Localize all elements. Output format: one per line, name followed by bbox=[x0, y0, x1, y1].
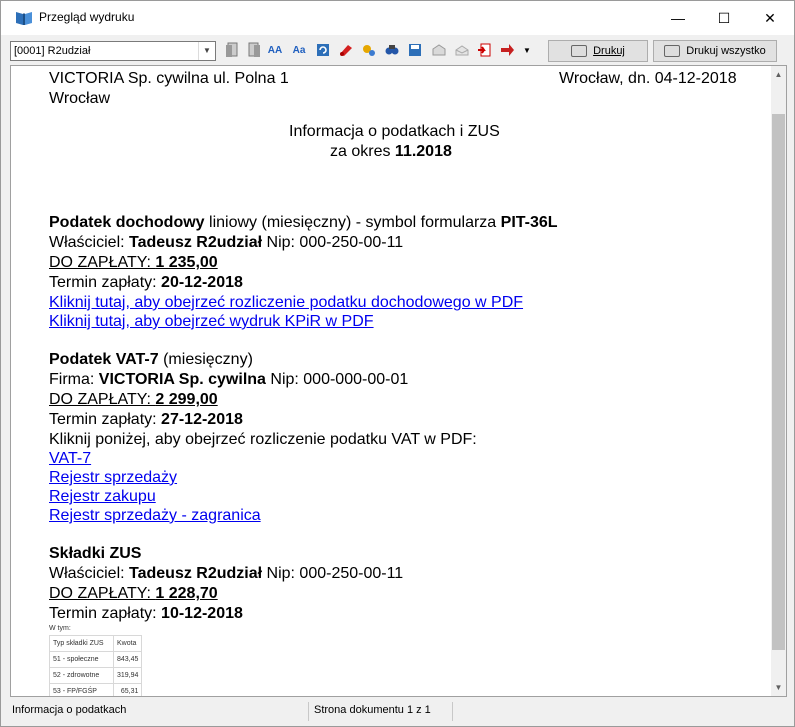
company-city: Wrocław bbox=[49, 90, 111, 107]
document-date: Wrocław, dn. 04-12-2018 bbox=[559, 70, 737, 87]
forward-icon[interactable] bbox=[499, 42, 515, 58]
maximize-button[interactable]: ☐ bbox=[701, 1, 747, 35]
income-tax-owner: Właściciel: Tadeusz R2udział Nip: 000-25… bbox=[49, 234, 404, 251]
table-header-cell: Kwota bbox=[112, 635, 143, 652]
document-page: VICTORIA Sp. cywilna ul. Polna 1 Wrocław… bbox=[11, 66, 772, 696]
vat-heading: Podatek VAT-7 (miesięczny) bbox=[49, 351, 253, 368]
export-icon[interactable] bbox=[477, 42, 493, 58]
vat-deadline: Termin zapłaty: 27-12-2018 bbox=[49, 411, 243, 428]
mail-open-icon[interactable] bbox=[454, 42, 470, 58]
font-larger-icon[interactable]: AA bbox=[267, 42, 283, 58]
income-tax-heading: Podatek dochodowy liniowy (miesięczny) -… bbox=[49, 214, 558, 231]
printer-icon bbox=[664, 45, 681, 57]
toolbar: [0001] R2udział ▼ AA Aa ▼ Drukuj Drukuj … bbox=[1, 35, 794, 65]
maximize-icon: ☐ bbox=[717, 9, 731, 26]
zus-breakdown-label: W tym: bbox=[49, 625, 71, 632]
table-row: 51 - społeczne 843,45 bbox=[49, 651, 143, 668]
vat-due: DO ZAPŁATY: 2 299,00 bbox=[49, 391, 218, 408]
income-tax-due: DO ZAPŁATY: 1 235,00 bbox=[49, 254, 218, 271]
status-report-name: Informacja o podatkach bbox=[12, 704, 127, 716]
zus-due: DO ZAPŁATY: 1 228,70 bbox=[49, 585, 218, 602]
status-page-info: Strona dokumentu 1 z 1 bbox=[314, 704, 431, 716]
kpir-pdf-link[interactable]: Kliknij tutaj, aby obejrzeć wydruk KPiR … bbox=[49, 312, 374, 332]
income-tax-pdf-link[interactable]: Kliknij tutaj, aby obejrzeć rozliczenie … bbox=[49, 293, 523, 313]
status-bar: Informacja o podatkach Strona dokumentu … bbox=[1, 698, 794, 726]
forward-dropdown-icon[interactable]: ▼ bbox=[519, 42, 535, 58]
purchase-register-link[interactable]: Rejestr zakupu bbox=[49, 487, 156, 507]
table-cell: 319,94 bbox=[112, 667, 143, 684]
print-all-button-label: Drukuj wszystko bbox=[686, 45, 766, 57]
page-next-icon[interactable] bbox=[246, 42, 262, 58]
close-icon: ✕ bbox=[764, 9, 776, 26]
table-cell: 65,31 bbox=[112, 683, 143, 696]
vat7-link[interactable]: VAT-7 bbox=[49, 449, 91, 469]
save-icon[interactable] bbox=[407, 42, 423, 58]
income-tax-deadline: Termin zapłaty: 20-12-2018 bbox=[49, 274, 243, 291]
refresh-icon[interactable] bbox=[315, 42, 331, 58]
minimize-icon: — bbox=[671, 10, 685, 26]
document-select[interactable]: [0001] R2udział ▼ bbox=[10, 41, 216, 61]
table-row: 52 - zdrowotne 319,94 bbox=[49, 667, 143, 684]
zus-breakdown-table: Typ składki ZUS Kwota 51 - społeczne 843… bbox=[49, 635, 143, 696]
zus-heading: Składki ZUS bbox=[49, 545, 142, 562]
font-smaller-icon[interactable]: Aa bbox=[291, 42, 307, 58]
document-view[interactable]: VICTORIA Sp. cywilna ul. Polna 1 Wrocław… bbox=[10, 65, 787, 697]
table-cell: 52 - zdrowotne bbox=[49, 667, 114, 684]
scroll-down-icon[interactable]: ▼ bbox=[771, 679, 786, 696]
document-period: za okres 11.2018 bbox=[330, 143, 452, 160]
settings-icon[interactable] bbox=[361, 42, 377, 58]
print-button-label: Drukuj bbox=[593, 45, 625, 57]
document-select-value: [0001] R2udział bbox=[14, 45, 91, 57]
mail-icon[interactable] bbox=[431, 42, 447, 58]
status-divider bbox=[308, 702, 309, 721]
title-bar: Przegląd wydruku — ☐ ✕ bbox=[1, 1, 794, 35]
table-header-cell: Typ składki ZUS bbox=[49, 635, 114, 652]
close-button[interactable]: ✕ bbox=[747, 1, 793, 35]
table-cell: 51 - społeczne bbox=[49, 651, 114, 668]
vat-firm: Firma: VICTORIA Sp. cywilna Nip: 000-000… bbox=[49, 371, 409, 388]
status-divider bbox=[452, 702, 453, 721]
vertical-scrollbar[interactable]: ▲ ▼ bbox=[771, 66, 786, 696]
zus-owner: Właściciel: Tadeusz R2udział Nip: 000-25… bbox=[49, 565, 404, 582]
zus-deadline: Termin zapłaty: 10-12-2018 bbox=[49, 605, 243, 622]
foreign-sales-register-link[interactable]: Rejestr sprzedaży - zagranica bbox=[49, 506, 261, 526]
find-icon[interactable] bbox=[384, 42, 400, 58]
company-address: VICTORIA Sp. cywilna ul. Polna 1 bbox=[49, 70, 289, 87]
pdf-icon[interactable] bbox=[338, 42, 354, 58]
table-header-row: Typ składki ZUS Kwota bbox=[49, 635, 143, 652]
scrollbar-thumb[interactable] bbox=[772, 114, 785, 650]
minimize-button[interactable]: — bbox=[655, 1, 701, 35]
table-cell: 843,45 bbox=[112, 651, 143, 668]
page-prev-icon[interactable] bbox=[224, 42, 240, 58]
print-preview-window: Przegląd wydruku — ☐ ✕ [0001] R2udział ▼… bbox=[0, 0, 795, 727]
table-row: 53 - FP/FGŚP 65,31 bbox=[49, 683, 143, 696]
print-all-button[interactable]: Drukuj wszystko bbox=[653, 40, 777, 62]
app-book-icon bbox=[16, 12, 32, 25]
vat-intro: Kliknij poniżej, aby obejrzeć rozliczeni… bbox=[49, 431, 477, 448]
sales-register-link[interactable]: Rejestr sprzedaży bbox=[49, 468, 177, 488]
print-button[interactable]: Drukuj bbox=[548, 40, 648, 62]
chevron-down-icon[interactable]: ▼ bbox=[198, 42, 215, 60]
printer-icon bbox=[571, 45, 588, 57]
document-title: Informacja o podatkach i ZUS bbox=[289, 123, 500, 140]
zus-breakdown: W tym: Typ składki ZUS Kwota 51 - społec… bbox=[49, 624, 143, 696]
table-cell: 53 - FP/FGŚP bbox=[49, 683, 114, 696]
scroll-up-icon[interactable]: ▲ bbox=[771, 66, 786, 83]
window-title: Przegląd wydruku bbox=[39, 10, 135, 24]
